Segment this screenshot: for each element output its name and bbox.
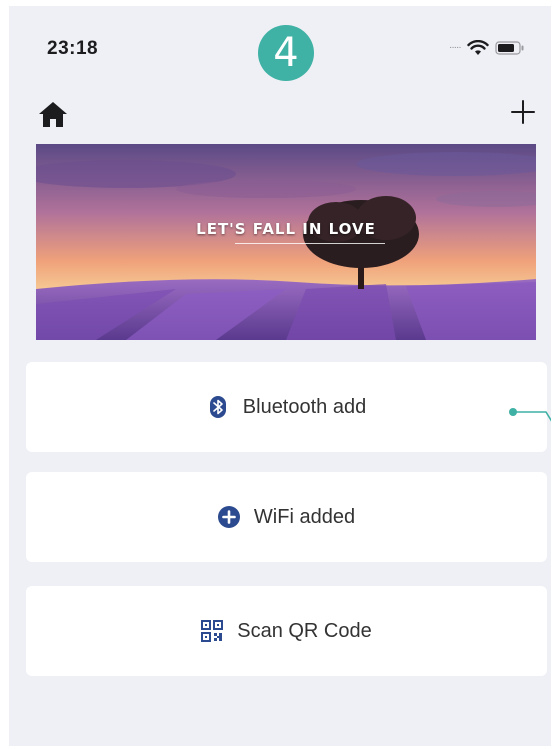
banner-image[interactable]: LET'S FALL IN LOVE — [36, 144, 536, 340]
bluetooth-add-button[interactable]: Bluetooth add — [26, 362, 547, 452]
callout-pointer — [509, 408, 551, 422]
add-button[interactable] — [505, 94, 541, 130]
bluetooth-icon — [209, 396, 226, 418]
nav-bar — [9, 91, 551, 136]
scan-qr-code-button[interactable]: Scan QR Code — [26, 586, 547, 676]
step-badge: 4 — [258, 25, 314, 81]
banner-caption: LET'S FALL IN LOVE — [196, 220, 376, 238]
status-bar: 23:18 4 ····· — [9, 6, 551, 86]
battery-icon — [495, 41, 524, 55]
wifi-icon — [466, 40, 489, 55]
scan-qr-code-label: Scan QR Code — [237, 619, 372, 642]
caption-underline — [235, 243, 385, 244]
wifi-added-label: WiFi added — [253, 505, 356, 528]
home-icon — [39, 102, 67, 127]
lavender-field-image — [36, 144, 536, 340]
signal-icon: ····· — [449, 42, 462, 53]
status-icons: ····· — [449, 39, 525, 57]
qr-code-icon — [201, 620, 224, 642]
bluetooth-add-label: Bluetooth add — [242, 395, 367, 418]
wifi-added-button[interactable]: WiFi added — [26, 472, 547, 562]
plus-circle-icon — [217, 506, 240, 528]
phone-screen: 23:18 4 ····· LET'S FALL IN LOVE Bluetoo… — [9, 6, 551, 746]
plus-icon — [511, 100, 535, 124]
home-button[interactable] — [36, 97, 70, 131]
status-time: 23:18 — [47, 38, 99, 59]
